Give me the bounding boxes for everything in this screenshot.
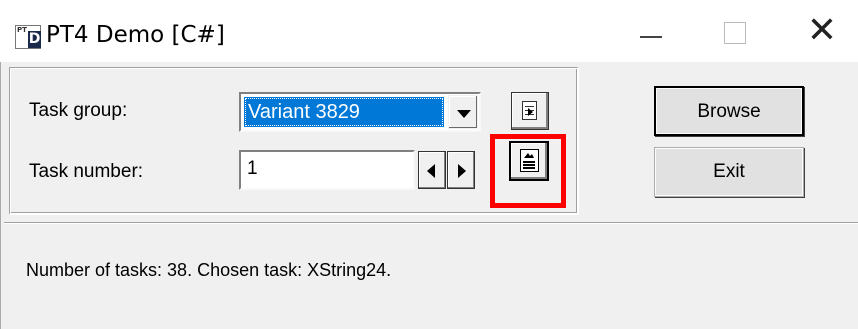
task-number-input[interactable]: 1 (239, 150, 415, 190)
show-task-button[interactable] (509, 141, 549, 181)
minimize-icon[interactable] (630, 0, 690, 62)
app-icon-letter: D (28, 31, 41, 48)
window-title: PT4 Demo [C#] (46, 22, 225, 48)
select-group-button[interactable] (511, 92, 549, 130)
browse-button[interactable]: Browse (654, 86, 804, 136)
task-group-combobox[interactable]: Variant 3829 (239, 92, 481, 132)
app-icon-small-text: PT (17, 26, 27, 34)
close-icon[interactable]: ✕ (792, 0, 852, 62)
spin-left-arrow-icon[interactable] (418, 151, 446, 189)
maximize-icon[interactable] (712, 0, 772, 62)
task-selection-panel (9, 67, 579, 215)
task-document-icon (520, 149, 539, 172)
task-group-selected-value[interactable]: Variant 3829 (244, 97, 444, 127)
app-icon: PT D (15, 25, 41, 49)
title-bar[interactable]: PT D PT4 Demo [C#] ✕ (0, 0, 858, 62)
spin-right-arrow-icon[interactable] (447, 151, 475, 189)
client-area: Task group: Variant 3829 Task number: 1 … (4, 62, 858, 329)
exit-button[interactable]: Exit (654, 147, 804, 197)
select-list-icon (522, 101, 537, 120)
divider (4, 222, 858, 224)
task-number-label: Task number: (29, 161, 144, 182)
chevron-down-icon[interactable] (448, 95, 478, 129)
status-text: Number of tasks: 38. Chosen task: XStrin… (26, 260, 392, 280)
task-group-label: Task group: (29, 100, 128, 121)
